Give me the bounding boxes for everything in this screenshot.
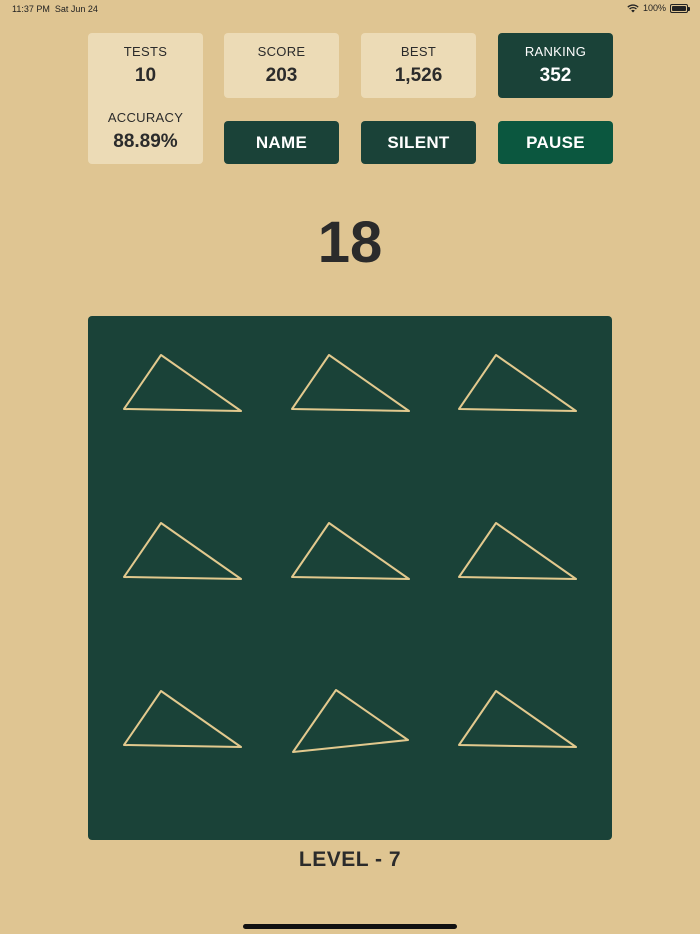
status-indicators: 100% [627,3,690,13]
silent-button[interactable]: SILENT [361,121,476,164]
tests-value: 10 [134,65,157,86]
pause-button[interactable]: PAUSE [498,121,613,164]
level-indicator: LEVEL - 7 [298,848,402,871]
triangle-cell-4[interactable] [123,522,242,580]
wifi-icon [627,3,639,12]
battery-icon [670,3,690,13]
best-label: BEST [400,44,437,59]
name-button[interactable]: NAME [224,121,339,164]
battery-percent: 100% [642,3,666,13]
triangle-cell-2[interactable] [291,354,410,412]
score-value: 203 [265,65,298,86]
best-tile: BEST 1,526 [361,33,476,98]
triangle-cell-3[interactable] [458,354,577,412]
score-label: SCORE [257,44,306,59]
triangle-cell-8-odd[interactable] [292,689,409,753]
tests-stat: TESTS 10 [88,33,203,98]
ranking-tile[interactable]: RANKING 352 [498,33,613,98]
home-indicator[interactable] [243,924,457,929]
status-time: 11:37 PM Sat Jun 24 [12,4,98,14]
accuracy-label: ACCURACY [107,110,184,125]
best-value: 1,526 [394,65,443,86]
score-tile: SCORE 203 [224,33,339,98]
triangle-cell-7[interactable] [123,690,242,748]
game-screen: 11:37 PM Sat Jun 24 100% TESTS 10 ACCURA… [0,0,700,934]
triangle-cell-1[interactable] [123,354,242,412]
shape-grid [123,354,577,753]
countdown-counter: 18 [317,210,383,275]
ranking-label: RANKING [524,44,587,59]
triangle-cell-9[interactable] [458,690,577,748]
clock-date: Sat Jun 24 [54,4,98,14]
tests-label: TESTS [123,44,168,59]
accuracy-value: 88.89% [113,131,178,152]
status-bar: 11:37 PM Sat Jun 24 100% [0,0,700,18]
ranking-value: 352 [539,65,572,86]
triangle-cell-5[interactable] [291,522,410,580]
game-board [88,316,612,840]
clock-time: 11:37 PM [12,4,50,14]
tests-accuracy-panel: TESTS 10 ACCURACY 88.89% [88,33,203,164]
triangle-cell-6[interactable] [458,522,577,580]
accuracy-stat: ACCURACY 88.89% [88,99,203,164]
